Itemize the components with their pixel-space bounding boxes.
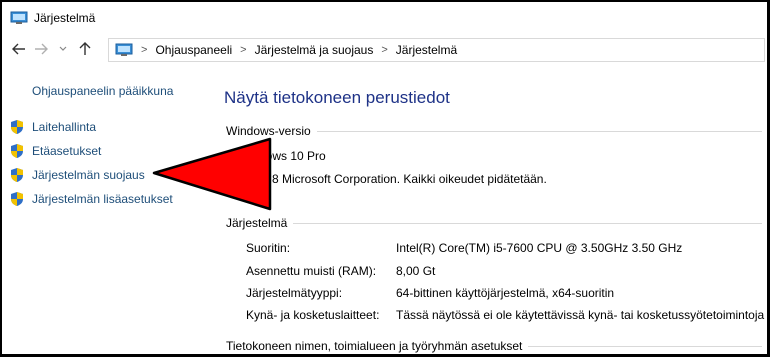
copyright-text: 8 Microsoft Corporation. Kaikki oikeudet… <box>272 172 547 186</box>
ram-label: Asennettu muisti (RAM): <box>246 264 377 278</box>
navigation-bar: > Ohjauspaneeli > Järjestelmä ja suojaus… <box>2 34 767 64</box>
main-panel: Näytä tietokoneen perustiedot Windows-ve… <box>217 64 767 354</box>
section-heading-text: Windows-versio <box>226 124 311 138</box>
sidebar-item-label: Järjestelmän suojaus <box>32 168 145 182</box>
breadcrumb-separator[interactable]: > <box>141 44 147 56</box>
sidebar-item-label: Laitehallinta <box>32 120 97 134</box>
computer-name-heading: Tietokoneen nimen, toimialueen ja työryh… <box>226 339 762 353</box>
chevron-down-icon <box>59 46 67 51</box>
breadcrumb-separator[interactable]: > <box>240 44 246 56</box>
breadcrumb-item[interactable]: Ohjauspaneeli <box>155 43 232 57</box>
sidebar-item-label: Etäasetukset <box>32 144 102 158</box>
section-divider <box>293 222 762 224</box>
shield-icon <box>11 144 23 158</box>
breadcrumb-separator[interactable]: > <box>381 44 387 56</box>
shield-icon <box>11 192 23 206</box>
section-divider <box>316 130 762 132</box>
breadcrumb-item[interactable]: Järjestelmä ja suojaus <box>255 43 374 57</box>
system-type-label: Järjestelmätyyppi: <box>246 286 343 300</box>
breadcrumb-item[interactable]: Järjestelmä <box>396 43 457 57</box>
control-panel-home-link[interactable]: Ohjauspaneelin pääikkuna <box>32 84 173 98</box>
red-annotation-arrow <box>152 137 272 211</box>
section-divider <box>528 345 762 347</box>
title-bar: Järjestelmä <box>2 2 767 34</box>
windows-edition-heading: Windows-versio <box>226 124 762 138</box>
up-button[interactable] <box>76 40 94 58</box>
processor-label: Suoritin: <box>246 241 291 255</box>
section-heading-text: Järjestelmä <box>226 216 288 230</box>
back-button[interactable] <box>10 40 28 58</box>
forward-button[interactable] <box>32 40 50 58</box>
control-panel-window: Järjestelmä > Ohjauspaneeli > Järjestelm… <box>2 2 767 354</box>
sidebar-item-device-manager[interactable]: Laitehallinta <box>10 118 96 136</box>
system-heading: Järjestelmä <box>226 216 762 230</box>
system-monitor-icon <box>10 11 28 24</box>
shield-icon <box>11 120 23 134</box>
window-title: Järjestelmä <box>34 11 96 25</box>
ram-value: 8,00 Gt <box>396 264 436 278</box>
sidebar-item-remote-settings[interactable]: Etäasetukset <box>10 142 101 160</box>
sidebar-item-advanced-system-settings[interactable]: Järjestelmän lisäasetukset <box>10 190 173 208</box>
address-bar[interactable]: > Ohjauspaneeli > Järjestelmä ja suojaus… <box>108 38 765 62</box>
section-heading-text: Tietokoneen nimen, toimialueen ja työryh… <box>226 339 523 353</box>
pen-touch-label: Kynä- ja kosketuslaitteet: <box>246 308 380 322</box>
arrow-right-icon <box>35 43 48 55</box>
recent-locations-button[interactable] <box>54 40 72 58</box>
shield-icon <box>11 168 23 182</box>
arrow-left-icon <box>12 43 25 55</box>
pen-touch-value: Tässä näytössä ei ole käytettävissä kynä… <box>396 308 765 322</box>
control-panel-icon <box>115 43 133 56</box>
arrow-up-icon <box>79 42 91 55</box>
system-type-value: 64-bittinen käyttöjärjestelmä, x64-suori… <box>396 286 615 300</box>
page-title: Näytä tietokoneen perustiedot <box>224 88 450 107</box>
sidebar-item-system-protection[interactable]: Järjestelmän suojaus <box>10 166 145 184</box>
processor-value: Intel(R) Core(TM) i5-7600 CPU @ 3.50GHz … <box>396 241 683 255</box>
